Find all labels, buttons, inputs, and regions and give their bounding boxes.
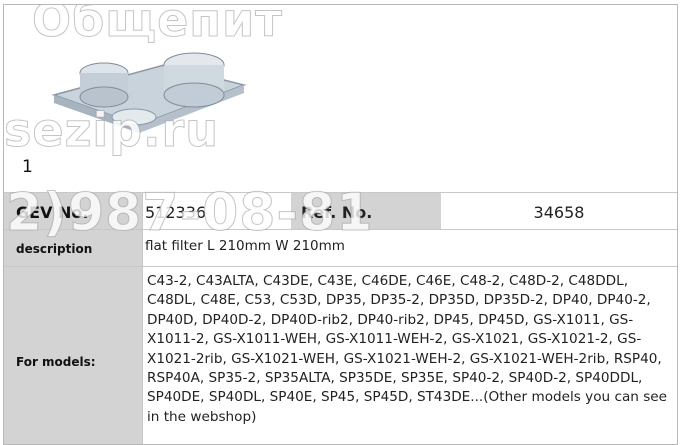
models-label: For models: xyxy=(4,267,143,444)
ref-number-value: 34658 xyxy=(533,203,585,222)
part-number-row: GEV No. 512336 Ref. No. 34658 xyxy=(4,192,677,229)
flat-filter-product-image[interactable] xyxy=(44,25,254,155)
description-label: description xyxy=(4,230,143,266)
item-number: 1 xyxy=(22,157,33,177)
description-value: flat filter L 210mm W 210mm xyxy=(145,238,345,254)
description-row: description flat filter L 210mm W 210mm xyxy=(4,229,677,266)
part-number-label: GEV No. xyxy=(4,193,143,229)
ref-number-label: Ref. No. xyxy=(291,193,441,229)
models-list: C43-2, C43ALTA, C43DE, C43E, C46DE, C46E… xyxy=(147,273,668,425)
product-card: 1 GEV No. 512336 Ref. No. 34658 descript… xyxy=(3,4,678,445)
part-number-value: 512336 xyxy=(145,203,207,222)
models-row: For models: C43-2, C43ALTA, C43DE, C43E,… xyxy=(4,266,677,444)
product-image-area xyxy=(4,5,677,190)
